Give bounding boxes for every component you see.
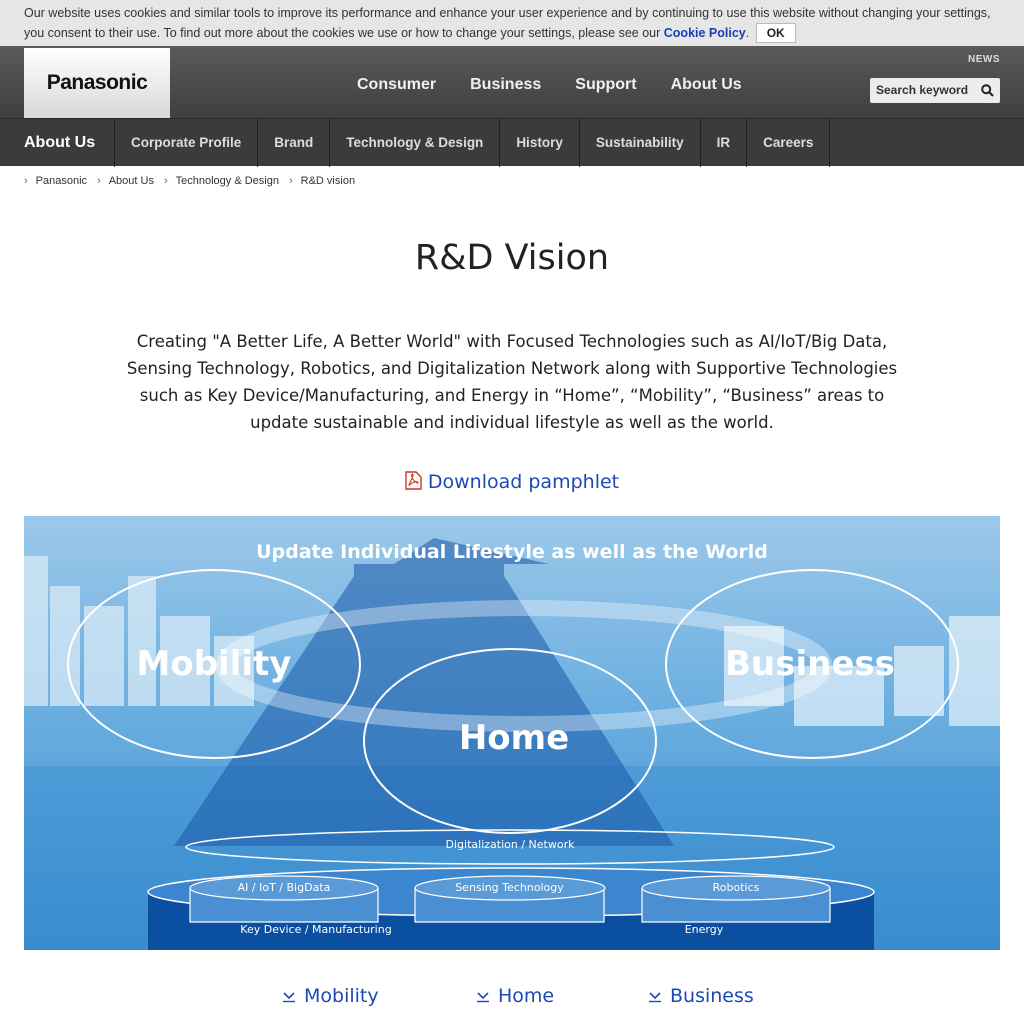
- breadcrumb: › Panasonic › About Us › Technology & De…: [24, 175, 365, 187]
- subnav-technology-design[interactable]: Technology & Design: [330, 119, 501, 167]
- area-home-label: Home: [458, 718, 570, 758]
- section-title[interactable]: About Us: [24, 119, 95, 167]
- anchor-home-label: Home: [498, 985, 555, 1007]
- focused-tech-sensing: Sensing Technology: [455, 881, 564, 894]
- breadcrumb-panasonic[interactable]: Panasonic: [36, 175, 87, 187]
- cookie-text-line2: you consent to their use. To find out mo…: [24, 26, 661, 40]
- breadcrumb-technology-design[interactable]: Technology & Design: [176, 175, 279, 187]
- download-pamphlet-link[interactable]: Download pamphlet: [0, 471, 1024, 493]
- subnav-careers[interactable]: Careers: [747, 119, 831, 167]
- pamphlet-label: Download pamphlet: [427, 471, 620, 493]
- chevron-right-icon: ›: [163, 175, 168, 187]
- nav-consumer[interactable]: Consumer: [340, 46, 453, 118]
- chevron-right-icon: ›: [24, 175, 28, 187]
- network-label: Digitalization / Network: [445, 838, 575, 851]
- subnav-brand[interactable]: Brand: [258, 119, 331, 167]
- search-placeholder: Search keyword: [876, 83, 969, 97]
- focused-tech-robotics: Robotics: [712, 881, 760, 894]
- area-business-label: Business: [725, 644, 895, 684]
- search-input[interactable]: Search keyword: [870, 78, 1000, 103]
- chevron-down-icon: [649, 992, 661, 1003]
- supportive-key-device: Key Device / Manufacturing: [240, 923, 392, 936]
- nav-business[interactable]: Business: [453, 46, 558, 118]
- anchor-mobility-label: Mobility: [304, 985, 379, 1007]
- page-title: R&D Vision: [414, 238, 610, 278]
- supportive-energy: Energy: [684, 923, 724, 936]
- nav-about-us[interactable]: About Us: [654, 46, 759, 118]
- subnav-ir[interactable]: IR: [701, 119, 748, 167]
- lead-paragraph: Creating "A Better Life, A Better World"…: [126, 332, 898, 432]
- anchor-business-label: Business: [670, 985, 754, 1007]
- cookie-ok-button[interactable]: OK: [755, 23, 796, 43]
- news-link[interactable]: NEWS: [968, 54, 1000, 65]
- chevron-right-icon: ›: [288, 175, 293, 187]
- section-nav: About Us Corporate Profile Brand Technol…: [0, 118, 1024, 167]
- breadcrumb-about-us[interactable]: About Us: [109, 175, 154, 187]
- breadcrumb-current: R&D vision: [300, 175, 356, 187]
- site-header: Panasonic Consumer Business Support Abou…: [0, 46, 1024, 118]
- subnav-sustainability[interactable]: Sustainability: [580, 119, 701, 167]
- area-mobility-label: Mobility: [136, 644, 292, 684]
- cookie-text-line1: Our website uses cookies and similar too…: [24, 6, 991, 20]
- anchor-business[interactable]: Business: [648, 985, 754, 1007]
- pdf-icon: [405, 471, 422, 490]
- chevron-right-icon: ›: [97, 175, 101, 187]
- anchor-home[interactable]: Home: [476, 985, 554, 1007]
- diagram-headline: Update Individual Lifestyle as well as t…: [256, 541, 768, 563]
- main-nav: Consumer Business Support About Us: [340, 46, 759, 118]
- focused-tech-ai-iot: AI / IoT / BigData: [237, 881, 331, 894]
- cookie-banner: Our website uses cookies and similar too…: [0, 0, 1024, 46]
- logo-text: Panasonic: [46, 71, 148, 94]
- anchor-mobility[interactable]: Mobility: [282, 985, 379, 1007]
- cookie-policy-link[interactable]: Cookie Policy: [664, 26, 746, 40]
- chevron-down-icon: [477, 992, 489, 1003]
- subnav-corporate-profile[interactable]: Corporate Profile: [115, 119, 259, 167]
- chevron-down-icon: [283, 992, 295, 1003]
- nav-support[interactable]: Support: [558, 46, 653, 118]
- subnav-history[interactable]: History: [500, 119, 580, 167]
- rd-vision-diagram: Update Individual Lifestyle as well as t…: [24, 516, 1000, 950]
- panasonic-logo[interactable]: Panasonic: [24, 48, 170, 118]
- search-icon[interactable]: [981, 84, 994, 97]
